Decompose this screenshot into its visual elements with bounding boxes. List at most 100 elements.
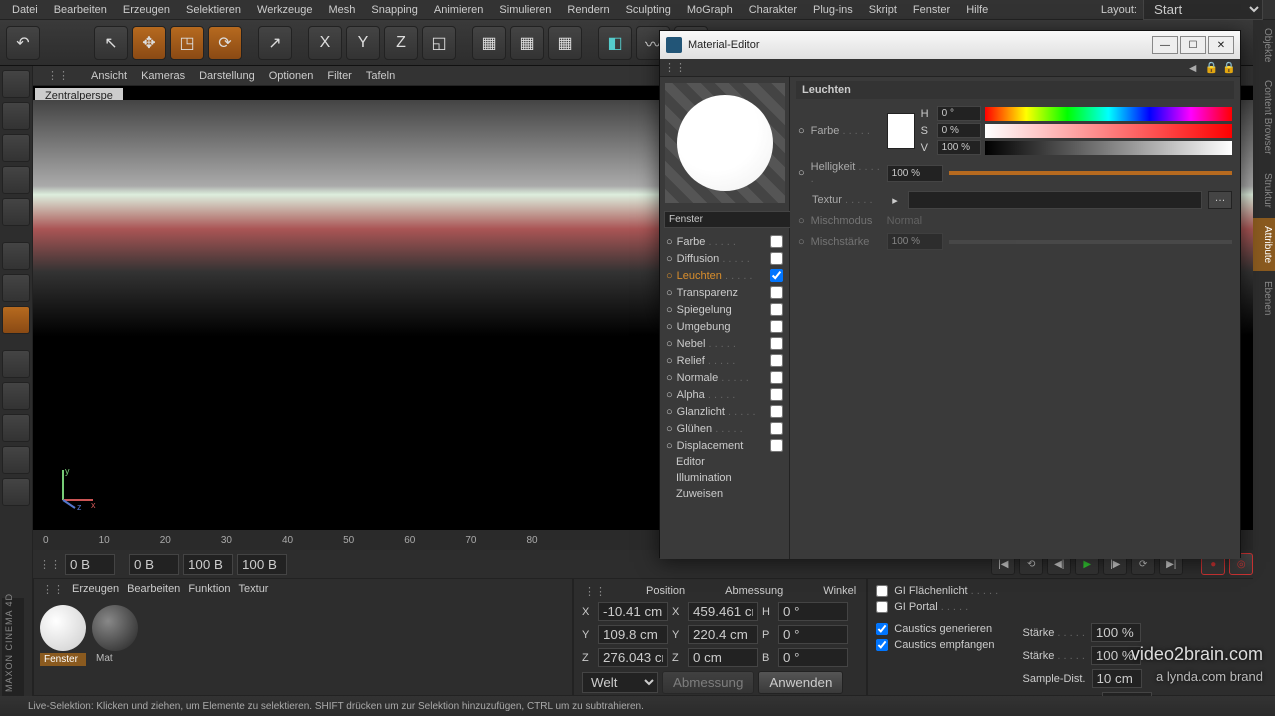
y-axis-toggle[interactable]: Y xyxy=(346,26,380,60)
mischstaerke-slider[interactable] xyxy=(949,240,1232,244)
sat-slider[interactable] xyxy=(985,124,1232,138)
menu-item[interactable]: Hilfe xyxy=(958,2,996,18)
primitive-cube-button[interactable]: ◧ xyxy=(598,26,632,60)
window-titlebar[interactable]: Material-Editor — ☐ ✕ xyxy=(660,31,1240,59)
lock-icon[interactable]: 🔒 xyxy=(1222,61,1236,74)
minimize-button[interactable]: — xyxy=(1152,36,1178,54)
channel-checkbox[interactable] xyxy=(770,303,783,316)
caustics-recv-checkbox[interactable] xyxy=(876,639,888,651)
view-menu-item[interactable]: Filter xyxy=(321,68,357,84)
channel-checkbox[interactable] xyxy=(770,337,783,350)
channel-checkbox[interactable] xyxy=(770,269,783,282)
grip-icon[interactable]: ⋮⋮ xyxy=(664,61,686,74)
mat-menu-item[interactable]: Textur xyxy=(239,583,269,595)
checker-icon[interactable] xyxy=(2,166,30,194)
menu-item[interactable]: Plug-ins xyxy=(805,2,861,18)
channel-label[interactable]: Displacement xyxy=(677,440,744,452)
view-menu-item[interactable]: Ansicht xyxy=(85,68,133,84)
layout-select[interactable]: Start xyxy=(1143,0,1263,20)
helligkeit-field[interactable] xyxy=(887,165,943,182)
channel-checkbox[interactable] xyxy=(770,371,783,384)
helligkeit-slider[interactable] xyxy=(949,171,1232,175)
channel-label[interactable]: Nebel xyxy=(677,338,736,350)
viewport-dots-icon[interactable]: ⋮⋮ xyxy=(41,67,75,84)
val-field[interactable] xyxy=(937,140,981,155)
object-mode-icon[interactable] xyxy=(2,102,30,130)
render-settings-button[interactable]: ▦ xyxy=(548,26,582,60)
workplane-icon[interactable] xyxy=(2,198,30,226)
channel-checkbox[interactable] xyxy=(770,405,783,418)
hue-slider[interactable] xyxy=(985,107,1232,121)
lock-icon[interactable] xyxy=(2,446,30,474)
tab-objects[interactable]: Objekte xyxy=(1253,20,1275,70)
space-select[interactable]: Welt xyxy=(582,672,658,693)
menu-item[interactable]: Rendern xyxy=(559,2,617,18)
render-picture-viewer-button[interactable]: ▦ xyxy=(510,26,544,60)
nav-arrow-icon[interactable]: ◄ xyxy=(1187,61,1199,75)
view-menu-item[interactable]: Optionen xyxy=(263,68,320,84)
move-tool[interactable]: ✥ xyxy=(132,26,166,60)
dim-y-field[interactable] xyxy=(688,625,758,644)
pos-z-field[interactable] xyxy=(598,648,668,667)
channel-checkbox[interactable] xyxy=(770,320,783,333)
material-swatch[interactable]: Fenster xyxy=(40,605,86,666)
menu-item[interactable]: Animieren xyxy=(426,2,492,18)
channel-sub-label[interactable]: Illumination xyxy=(676,472,732,484)
channel-label[interactable]: Alpha xyxy=(677,389,736,401)
dimension-button[interactable]: Abmessung xyxy=(662,671,754,694)
gi-portal-checkbox[interactable] xyxy=(876,601,888,613)
menu-item[interactable]: Selektieren xyxy=(178,2,249,18)
tab-attributes[interactable]: Attribute xyxy=(1253,218,1275,271)
texture-browse-button[interactable]: … xyxy=(1208,191,1232,209)
mat-menu-item[interactable]: Erzeugen xyxy=(72,583,119,595)
channel-checkbox[interactable] xyxy=(770,388,783,401)
undo-button[interactable]: ↶ xyxy=(6,26,40,60)
channel-label[interactable]: Transparenz xyxy=(677,287,738,299)
scale-tool[interactable]: ◳ xyxy=(170,26,204,60)
snap-icon[interactable] xyxy=(2,382,30,410)
render-view-button[interactable]: ▦ xyxy=(472,26,506,60)
texture-mode-icon[interactable] xyxy=(2,134,30,162)
channel-sub-label[interactable]: Zuweisen xyxy=(676,488,723,500)
ang-h-field[interactable] xyxy=(778,602,848,621)
channel-label[interactable]: Glanzlicht xyxy=(677,406,756,418)
channel-checkbox[interactable] xyxy=(770,252,783,265)
menu-item[interactable]: Simulieren xyxy=(491,2,559,18)
material-swatch[interactable]: Mat xyxy=(92,605,138,666)
val-slider[interactable] xyxy=(985,141,1232,155)
coord-system-button[interactable]: ◱ xyxy=(422,26,456,60)
misc-icon[interactable] xyxy=(2,478,30,506)
channel-checkbox[interactable] xyxy=(770,422,783,435)
channel-label[interactable]: Normale xyxy=(677,372,749,384)
channel-label[interactable]: Diffusion xyxy=(677,253,750,265)
live-select-tool[interactable]: ↖ xyxy=(94,26,128,60)
dim-z-field[interactable] xyxy=(688,648,758,667)
view-menu-item[interactable]: Darstellung xyxy=(193,68,261,84)
quantize-icon[interactable] xyxy=(2,414,30,442)
lock-icon[interactable]: 🔒 xyxy=(1205,61,1219,74)
view-menu-item[interactable]: Tafeln xyxy=(360,68,401,84)
menu-item[interactable]: Datei xyxy=(4,2,46,18)
channel-label[interactable]: Spiegelung xyxy=(677,304,732,316)
apply-button[interactable]: Anwenden xyxy=(758,671,843,694)
texture-arrow-icon[interactable]: ▸ xyxy=(888,194,902,207)
menu-item[interactable]: MoGraph xyxy=(679,2,741,18)
model-mode-icon[interactable] xyxy=(2,70,30,98)
channel-checkbox[interactable] xyxy=(770,235,783,248)
menu-item[interactable]: Snapping xyxy=(363,2,426,18)
color-swatch[interactable] xyxy=(887,113,915,149)
channel-checkbox[interactable] xyxy=(770,286,783,299)
range-end-field[interactable] xyxy=(183,554,233,575)
menu-item[interactable]: Charakter xyxy=(741,2,805,18)
last-tool[interactable]: ↗ xyxy=(258,26,292,60)
frame-start-field[interactable] xyxy=(65,554,115,575)
z-axis-toggle[interactable]: Z xyxy=(384,26,418,60)
texture-field[interactable] xyxy=(908,191,1202,209)
frame-end-field[interactable] xyxy=(237,554,287,575)
tab-structure[interactable]: Struktur xyxy=(1253,165,1275,216)
tab-content-browser[interactable]: Content Browser xyxy=(1253,72,1275,162)
material-preview[interactable] xyxy=(665,83,785,203)
material-name-field[interactable] xyxy=(664,211,806,228)
strength-field[interactable] xyxy=(1091,623,1141,642)
rotate-tool[interactable]: ⟳ xyxy=(208,26,242,60)
